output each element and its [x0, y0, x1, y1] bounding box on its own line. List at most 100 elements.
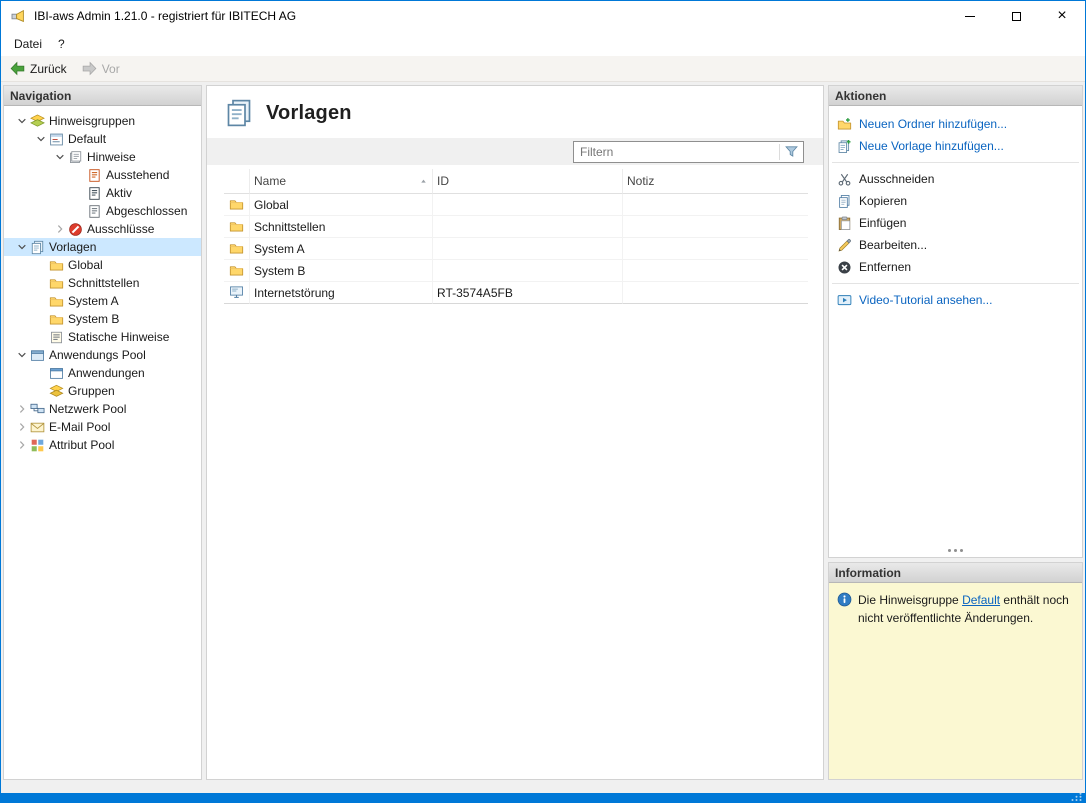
chevron-right-icon[interactable]: [52, 221, 68, 237]
tree-item-label: Aktiv: [106, 186, 132, 200]
tree-item-label: Anwendungen: [68, 366, 145, 380]
chevron-down-icon[interactable]: [14, 113, 30, 129]
minimize-button[interactable]: [947, 1, 993, 31]
tree-item-label: Gruppen: [68, 384, 115, 398]
filter-funnel-icon[interactable]: [779, 144, 803, 160]
video-icon: [837, 293, 852, 308]
action-ausschneiden[interactable]: Ausschneiden: [829, 168, 1082, 190]
pencil-icon: [837, 238, 852, 253]
tree-item-label: Default: [68, 132, 106, 146]
column-header-id[interactable]: ID: [433, 169, 623, 194]
action-einfugen[interactable]: Einfügen: [829, 212, 1082, 234]
table-row-system-a[interactable]: System A: [224, 238, 808, 260]
cell-name: Internetstörung: [250, 282, 433, 304]
action-kopieren[interactable]: Kopieren: [829, 190, 1082, 212]
menu-help[interactable]: ?: [50, 31, 73, 56]
column-header-notiz[interactable]: Notiz: [623, 169, 808, 194]
splitter-dots-icon: [954, 549, 957, 552]
tree-item-global[interactable]: Global: [4, 256, 201, 274]
action-label: Einfügen: [859, 216, 906, 230]
column-label: Notiz: [627, 174, 654, 188]
chevron-down-icon[interactable]: [52, 149, 68, 165]
close-icon: ×: [1057, 8, 1066, 24]
copy-icon: [837, 194, 852, 209]
tree-item-hinweise[interactable]: Hinweise: [4, 148, 201, 166]
column-header-spacer: [224, 169, 250, 194]
tree-item-ausstehend[interactable]: Ausstehend: [4, 166, 201, 184]
tree-item-gruppen[interactable]: Gruppen: [4, 382, 201, 400]
expander-spacer: [71, 203, 87, 219]
tree-item-ausschlusse[interactable]: Ausschlüsse: [4, 220, 201, 238]
chevron-right-icon[interactable]: [14, 401, 30, 417]
tree-item-abgeschlossen[interactable]: Abgeschlossen: [4, 202, 201, 220]
cell-notiz: [623, 282, 808, 304]
default-group-link[interactable]: Default: [962, 593, 1000, 607]
tree-item-label: Attribut Pool: [49, 438, 114, 452]
filter-input[interactable]: [574, 142, 779, 162]
gruppen-icon: [49, 384, 64, 399]
forward-button[interactable]: Vor: [79, 59, 126, 78]
chevron-right-icon[interactable]: [14, 437, 30, 453]
navigation-tree: Hinweisgruppen Default HinweiseAusstehend A…: [4, 106, 201, 454]
remove-icon: [837, 260, 852, 275]
tree-item-system-a[interactable]: System A: [4, 292, 201, 310]
tree-item-vorlagen[interactable]: Vorlagen: [4, 238, 201, 256]
action-label: Video-Tutorial ansehen...: [859, 293, 992, 307]
titlebar[interactable]: IBI-aws Admin 1.21.0 - registriert für I…: [1, 1, 1085, 31]
table-row-global[interactable]: Global: [224, 194, 808, 216]
chevron-down-icon[interactable]: [33, 131, 49, 147]
chevron-down-icon[interactable]: [14, 347, 30, 363]
table-row-schnittstellen[interactable]: Schnittstellen: [224, 216, 808, 238]
action-video-tutorial-ansehen[interactable]: Video-Tutorial ansehen...: [829, 289, 1082, 311]
abgeschlossen-icon: [87, 204, 102, 219]
tree-item-label: Ausschlüsse: [87, 222, 154, 236]
netzwerk-pool-icon: [30, 402, 45, 417]
tree-item-system-b[interactable]: System B: [4, 310, 201, 328]
sort-asc-icon: [419, 177, 428, 186]
tree-item-anwendungen[interactable]: Anwendungen: [4, 364, 201, 382]
tree-item-label: Statische Hinweise: [68, 330, 169, 344]
folder-icon: [49, 276, 64, 291]
vorlagen-page-icon: [224, 98, 254, 128]
menu-datei[interactable]: Datei: [6, 31, 50, 56]
tree-item-attribut-pool[interactable]: Attribut Pool: [4, 436, 201, 454]
column-header-name[interactable]: Name: [250, 169, 433, 194]
action-bearbeiten[interactable]: Bearbeiten...: [829, 234, 1082, 256]
filter-band: [207, 138, 823, 165]
tree-item-label: Abgeschlossen: [106, 204, 187, 218]
filter-box: [573, 141, 804, 163]
information-panel-header: Information: [829, 563, 1082, 583]
actions-panel: Aktionen Neuen Ordner hinzufügen...Neue …: [828, 85, 1083, 558]
tree-item-label: System B: [68, 312, 119, 326]
tree-item-default[interactable]: Default: [4, 130, 201, 148]
tree-item-e-mail-pool[interactable]: E-Mail Pool: [4, 418, 201, 436]
tree-item-anwendungs-pool[interactable]: Anwendungs Pool: [4, 346, 201, 364]
action-entfernen[interactable]: Entfernen: [829, 256, 1082, 278]
action-neuen-ordner-hinzufugen[interactable]: Neuen Ordner hinzufügen...: [829, 113, 1082, 135]
chevron-right-icon[interactable]: [14, 419, 30, 435]
aktiv-icon: [87, 186, 102, 201]
information-body: Die Hinweisgruppe Default enthält noch n…: [829, 583, 1082, 779]
tree-item-schnittstellen[interactable]: Schnittstellen: [4, 274, 201, 292]
panel-splitter-handle[interactable]: [829, 546, 1082, 554]
chevron-down-icon[interactable]: [14, 239, 30, 255]
action-label: Bearbeiten...: [859, 238, 927, 252]
tree-item-aktiv[interactable]: Aktiv: [4, 184, 201, 202]
resize-grip[interactable]: [1070, 793, 1083, 802]
navigation-panel: Navigation HinweisgruppenDefaultHinweise…: [3, 85, 202, 780]
back-button[interactable]: Zurück: [7, 59, 73, 78]
action-neue-vorlage-hinzufugen[interactable]: Neue Vorlage hinzufügen...: [829, 135, 1082, 157]
template-screen-icon: [224, 282, 250, 304]
close-button[interactable]: ×: [1039, 1, 1085, 31]
statische-hinweise-icon: [49, 330, 64, 345]
cell-name: System A: [250, 238, 433, 260]
tree-item-statische-hinweise[interactable]: Statische Hinweise: [4, 328, 201, 346]
table-row-system-b[interactable]: System B: [224, 260, 808, 282]
column-label: ID: [437, 174, 449, 188]
tree-item-label: Anwendungs Pool: [49, 348, 146, 362]
tree-item-hinweisgruppen[interactable]: Hinweisgruppen: [4, 112, 201, 130]
tree-item-netzwerk-pool[interactable]: Netzwerk Pool: [4, 400, 201, 418]
table-row-internetstorung[interactable]: InternetstörungRT-3574A5FB: [224, 282, 808, 304]
maximize-button[interactable]: [993, 1, 1039, 31]
folder-icon: [224, 194, 250, 216]
